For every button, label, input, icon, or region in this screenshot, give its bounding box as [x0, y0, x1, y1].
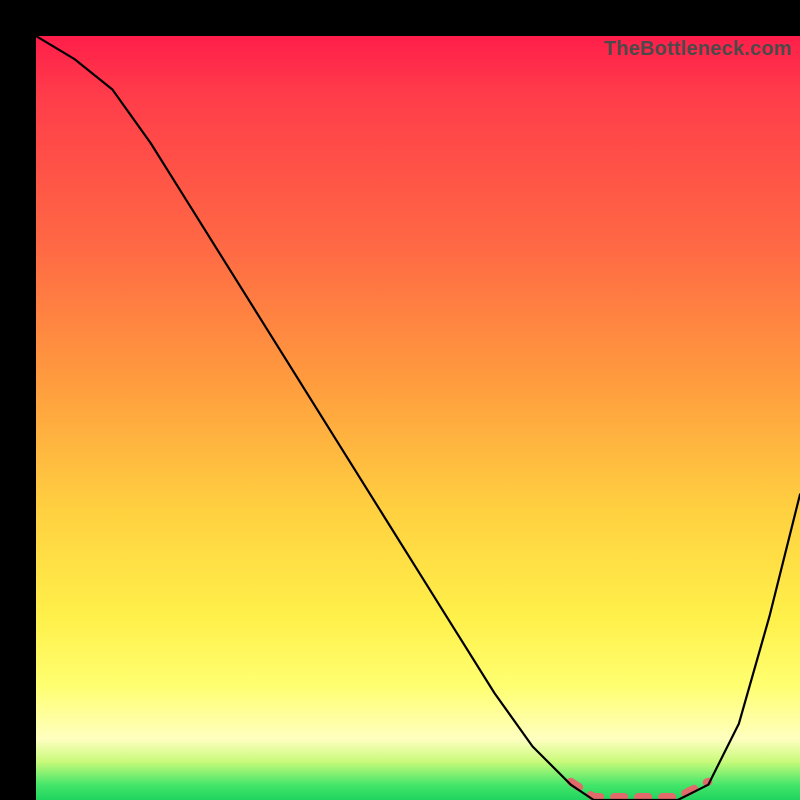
plot-area: TheBottleneck.com — [36, 36, 800, 800]
chart-frame: TheBottleneck.com — [18, 18, 782, 782]
bottleneck-curve — [36, 36, 800, 800]
curve-overlay — [36, 36, 800, 800]
